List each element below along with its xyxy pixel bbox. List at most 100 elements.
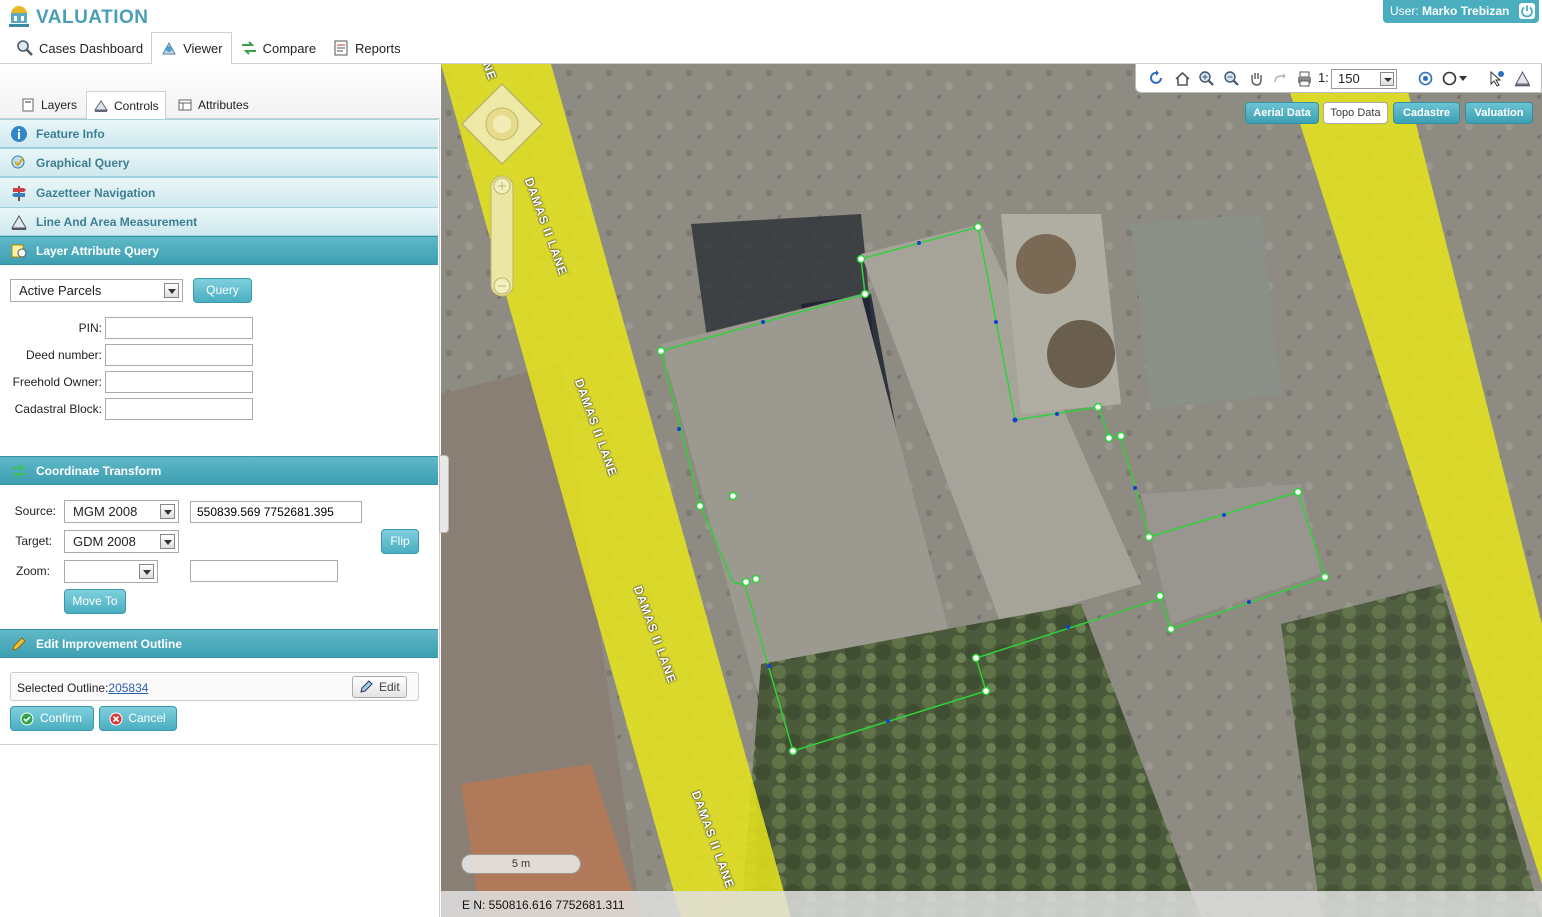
zoom-select[interactable]: [64, 560, 158, 583]
section-coordinate-transform[interactable]: Coordinate Transform: [0, 456, 438, 485]
attributes-icon: [178, 99, 192, 111]
transform-arrows-icon: [12, 463, 26, 478]
zoom-out-icon[interactable]: [1223, 70, 1240, 87]
tab-label: Cases Dashboard: [39, 40, 144, 56]
cadastral-block-label: Cadastral Block:: [14, 402, 102, 416]
target-crs-select[interactable]: GDM 2008: [64, 530, 179, 553]
aerial-imagery: [441, 64, 1542, 917]
selected-outline-link[interactable]: 205834: [108, 681, 148, 695]
zoom-slider[interactable]: [490, 175, 514, 297]
select-info-icon[interactable]: [1488, 70, 1505, 87]
refresh-icon[interactable]: [1148, 70, 1165, 87]
section-title: Graphical Query: [36, 155, 130, 170]
section-title: Layer Attribute Query: [36, 243, 159, 258]
source-coords-input[interactable]: [190, 501, 362, 523]
cadastral-block-input[interactable]: [105, 398, 253, 420]
cancel-button[interactable]: Cancel: [99, 706, 177, 731]
tab-layers[interactable]: Layers: [14, 91, 83, 119]
tab-cases-dashboard[interactable]: Cases Dashboard: [8, 32, 151, 64]
draw-circle-icon[interactable]: [1441, 70, 1458, 87]
map-viewer[interactable]: DAMAS II LANE DAMAS II LANE DAMAS II LAN…: [441, 64, 1542, 917]
signpost-icon: [12, 185, 26, 201]
scale-value: 150: [1338, 71, 1360, 86]
move-to-button[interactable]: Move To: [64, 589, 126, 614]
selected-outline-caption: Selected Outline:: [17, 681, 109, 695]
check-icon: [20, 712, 34, 726]
search-icon: [17, 40, 33, 56]
home-icon[interactable]: [1174, 70, 1191, 87]
layer-select-value: Active Parcels: [19, 283, 102, 298]
scale-prefix: 1:: [1318, 70, 1329, 85]
pin-input[interactable]: [105, 317, 253, 339]
source-crs-value: MGM 2008: [73, 504, 138, 519]
power-icon[interactable]: [1519, 3, 1535, 19]
info-icon: [11, 125, 27, 142]
source-crs-select[interactable]: MGM 2008: [64, 500, 179, 523]
layer-topo-data-button[interactable]: Topo Data: [1323, 102, 1388, 124]
section-title: Gazetteer Navigation: [36, 185, 156, 200]
target-label: Target:: [15, 534, 52, 548]
section-line-area-measurement[interactable]: Line And Area Measurement: [0, 207, 438, 236]
logo-icon: [9, 6, 29, 27]
section-title: Feature Info: [36, 126, 105, 141]
tab-compare[interactable]: Compare: [232, 32, 324, 64]
chevron-down-icon[interactable]: [160, 534, 175, 549]
freehold-owner-input[interactable]: [105, 371, 253, 393]
redo-icon[interactable]: [1272, 70, 1289, 87]
pin-label: PIN:: [78, 321, 102, 335]
deed-number-input[interactable]: [105, 344, 253, 366]
tab-attributes[interactable]: Attributes: [171, 91, 255, 119]
graphical-query-icon: [11, 155, 25, 168]
pencil-icon: [12, 636, 26, 651]
tab-viewer[interactable]: Viewer: [151, 32, 232, 65]
map-toolbar: 1: 150: [1135, 64, 1542, 93]
layers-icon: [22, 98, 34, 112]
layer-aerial-data-button[interactable]: Aerial Data: [1245, 102, 1319, 124]
user-badge[interactable]: User: Marko Trebizan: [1383, 0, 1539, 23]
target-icon[interactable]: [1417, 70, 1434, 87]
zoom-label: Zoom:: [15, 564, 50, 578]
edit-button[interactable]: Edit: [352, 676, 407, 698]
query-button[interactable]: Query: [193, 278, 252, 303]
main-nav: Cases Dashboard Viewer Compare Reports: [8, 32, 409, 65]
user-label: User:: [1390, 4, 1419, 18]
section-gazetteer-navigation[interactable]: Gazetteer Navigation: [0, 177, 438, 208]
flip-button[interactable]: Flip: [381, 529, 419, 554]
app-window: VALUATION User: Marko Trebizan Cases Das…: [0, 0, 1542, 917]
left-panel: Layers Controls Attributes Feature Info …: [0, 64, 440, 917]
tab-controls[interactable]: Controls: [86, 91, 166, 120]
selected-outline-label: Selected Outline:205834: [17, 681, 148, 695]
panel-splitter-handle[interactable]: [439, 455, 449, 533]
layer-select[interactable]: Active Parcels: [10, 279, 183, 302]
scale-select[interactable]: 150: [1331, 69, 1397, 89]
tab-label: Layers: [41, 98, 78, 112]
confirm-button[interactable]: Confirm: [10, 706, 94, 731]
section-graphical-query[interactable]: Graphical Query: [0, 148, 438, 177]
chevron-down-icon[interactable]: [164, 283, 179, 298]
chevron-down-icon[interactable]: [1380, 72, 1394, 86]
tab-label: Attributes: [198, 98, 249, 112]
edit-cursor-icon: [360, 680, 373, 693]
chevron-down-icon[interactable]: [160, 504, 175, 519]
tab-reports[interactable]: Reports: [324, 32, 409, 64]
layer-valuation-button[interactable]: Valuation: [1465, 102, 1533, 124]
measure-icon: [11, 214, 27, 230]
pan-hand-icon[interactable]: [1248, 70, 1265, 87]
print-icon[interactable]: [1296, 70, 1313, 87]
section-title: Line And Area Measurement: [36, 214, 198, 229]
report-icon: [334, 40, 348, 56]
app-logo: VALUATION: [6, 4, 149, 30]
panel-tabs: Layers Controls Attributes: [0, 64, 440, 120]
chevron-down-icon[interactable]: [139, 564, 154, 579]
caret-down-icon[interactable]: [1458, 70, 1468, 87]
app-title: VALUATION: [36, 7, 149, 28]
zoom-in-icon[interactable]: [1198, 70, 1215, 87]
measure-icon[interactable]: [1514, 70, 1531, 87]
layer-cadastre-button[interactable]: Cadastre: [1393, 102, 1460, 124]
section-layer-attribute-query[interactable]: Layer Attribute Query: [0, 236, 438, 265]
cancel-icon: [109, 712, 123, 726]
section-edit-improvement-outline[interactable]: Edit Improvement Outline: [0, 629, 438, 658]
target-coords-input[interactable]: [190, 560, 338, 582]
scale-bar: 5 m: [461, 854, 581, 874]
section-feature-info[interactable]: Feature Info: [0, 119, 438, 148]
